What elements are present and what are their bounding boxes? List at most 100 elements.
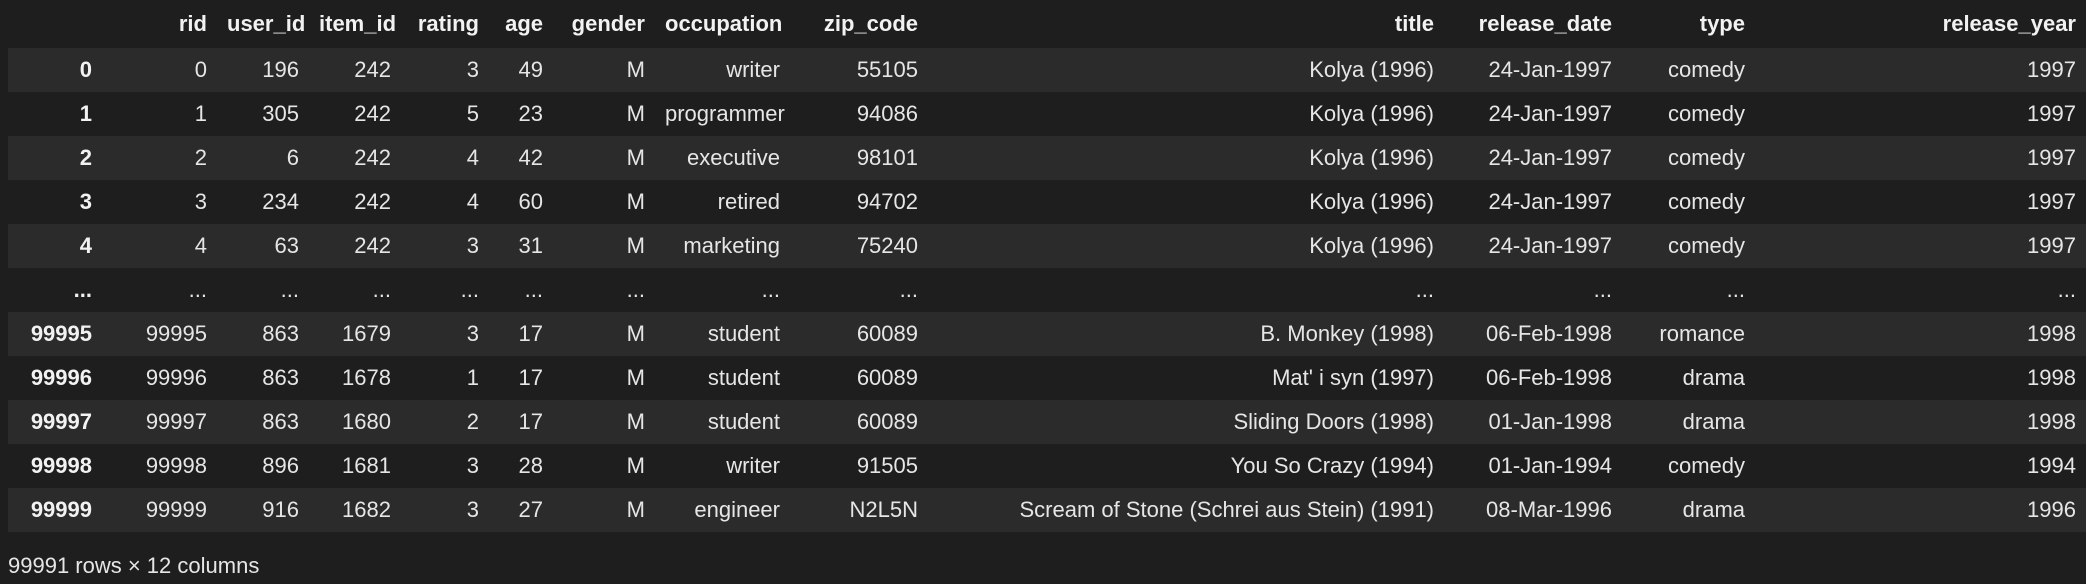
- cell-user-id: ...: [280, 277, 299, 302]
- cell-release-year: 1998: [2027, 321, 2076, 346]
- cell-release-year: 1997: [2027, 233, 2076, 258]
- cell-index: 2: [79, 145, 92, 170]
- cell-rating: ...: [460, 277, 479, 302]
- cell-occupation: programmer: [665, 101, 785, 126]
- cell-rid: 99997: [145, 409, 207, 434]
- cell-gender: M: [626, 365, 645, 390]
- cell-occupation: writer: [726, 453, 780, 478]
- table-row: .......................................: [8, 268, 2086, 312]
- cell-rid: 99999: [145, 497, 207, 522]
- cell-rid: 99995: [145, 321, 207, 346]
- cell-gender: M: [626, 57, 645, 82]
- header-item-id: item_id: [319, 11, 397, 36]
- cell-occupation: writer: [726, 57, 780, 82]
- cell-gender: M: [626, 497, 645, 522]
- cell-gender: M: [626, 145, 645, 170]
- cell-rating: 3: [466, 57, 479, 82]
- cell-release-year: 1998: [2027, 409, 2076, 434]
- cell-rating: 5: [466, 101, 479, 126]
- dataframe-output: rid user_id item_id rating age gender oc…: [0, 0, 2086, 584]
- cell-type: comedy: [1667, 233, 1745, 258]
- cell-rid: 3: [194, 189, 207, 214]
- cell-gender: M: [626, 453, 645, 478]
- cell-type: comedy: [1667, 101, 1745, 126]
- cell-age: 49: [518, 57, 543, 82]
- cell-index: 3: [79, 189, 92, 214]
- header-occupation: occupation: [665, 11, 783, 36]
- cell-title: Kolya (1996): [1309, 57, 1434, 82]
- cell-age: 27: [518, 497, 543, 522]
- cell-index: 99997: [30, 409, 92, 434]
- header-row: rid user_id item_id rating age gender oc…: [8, 0, 2086, 48]
- cell-rating: 3: [466, 233, 479, 258]
- header-index: [8, 0, 102, 48]
- cell-rid: 0: [194, 57, 207, 82]
- cell-type: ...: [1726, 277, 1745, 302]
- cell-index: 99998: [30, 453, 92, 478]
- cell-age: 60: [518, 189, 543, 214]
- table-row: 99996 99996 863 1678 1 17 Mstudent 60089 Mat' i …: [8, 356, 2086, 400]
- cell-occupation: marketing: [683, 233, 780, 258]
- cell-user-id: 63: [274, 233, 299, 258]
- cell-occupation: student: [707, 321, 780, 346]
- cell-release-date: 24-Jan-1997: [1488, 233, 1612, 258]
- cell-release-year: 1997: [2027, 189, 2076, 214]
- cell-release-date: 01-Jan-1994: [1488, 453, 1612, 478]
- cell-item-id: 242: [354, 189, 391, 214]
- cell-release-date: 06-Feb-1998: [1486, 321, 1612, 346]
- header-zip-code: zip_code: [823, 11, 918, 36]
- cell-index: 0: [79, 57, 92, 82]
- cell-index: 99996: [30, 365, 92, 390]
- cell-release-year: 1997: [2027, 145, 2076, 170]
- cell-item-id: 1678: [342, 365, 391, 390]
- cell-release-year: 1998: [2027, 365, 2076, 390]
- cell-index: 99995: [30, 321, 92, 346]
- cell-zip-code: 91505: [856, 453, 918, 478]
- cell-type: drama: [1682, 365, 1745, 390]
- cell-rating: 3: [466, 453, 479, 478]
- cell-age: 28: [518, 453, 543, 478]
- cell-rid: 2: [194, 145, 207, 170]
- cell-item-id: 1679: [342, 321, 391, 346]
- cell-title: Mat' i syn (1997): [1272, 365, 1434, 390]
- cell-type: comedy: [1667, 145, 1745, 170]
- cell-zip-code: 60089: [856, 321, 918, 346]
- cell-item-id: ...: [372, 277, 391, 302]
- cell-gender: M: [626, 101, 645, 126]
- header-release-date: release_date: [1478, 11, 1612, 36]
- cell-release-year: 1996: [2027, 497, 2076, 522]
- cell-type: drama: [1682, 497, 1745, 522]
- cell-title: Sliding Doors (1998): [1233, 409, 1434, 434]
- cell-user-id: 896: [262, 453, 299, 478]
- cell-rid: 99998: [145, 453, 207, 478]
- cell-gender: M: [626, 409, 645, 434]
- cell-zip-code: 60089: [856, 365, 918, 390]
- cell-item-id: 242: [354, 145, 391, 170]
- cell-age: ...: [524, 277, 543, 302]
- cell-occupation: executive: [687, 145, 780, 170]
- cell-rating: 2: [466, 409, 479, 434]
- cell-user-id: 863: [262, 409, 299, 434]
- header-release-year: release_year: [1942, 11, 2076, 36]
- cell-type: drama: [1682, 409, 1745, 434]
- cell-user-id: 863: [262, 321, 299, 346]
- cell-release-date: 24-Jan-1997: [1488, 145, 1612, 170]
- cell-release-year: ...: [2057, 277, 2076, 302]
- cell-title: Kolya (1996): [1309, 233, 1434, 258]
- cell-release-date: 01-Jan-1998: [1488, 409, 1612, 434]
- cell-title: ...: [1415, 277, 1434, 302]
- cell-item-id: 1681: [342, 453, 391, 478]
- cell-rid: 1: [194, 101, 207, 126]
- cell-title: Kolya (1996): [1309, 101, 1434, 126]
- table-row: 3 3 234 242 4 60 Mretired 94702 Kolya (1996) 24-J…: [8, 180, 2086, 224]
- cell-release-date: 08-Mar-1996: [1486, 497, 1612, 522]
- cell-age: 17: [518, 409, 543, 434]
- cell-user-id: 863: [262, 365, 299, 390]
- cell-rid: 99996: [145, 365, 207, 390]
- cell-gender: ...: [626, 277, 645, 302]
- cell-item-id: 1682: [342, 497, 391, 522]
- cell-rid: ...: [188, 277, 207, 302]
- header-gender: gender: [571, 11, 645, 36]
- table-row: 99999 99999 916 1682 3 27 Mengineer N2L5N Scream…: [8, 488, 2086, 532]
- table-row: 99998 99998 896 1681 3 28 Mwriter 91505 You So C…: [8, 444, 2086, 488]
